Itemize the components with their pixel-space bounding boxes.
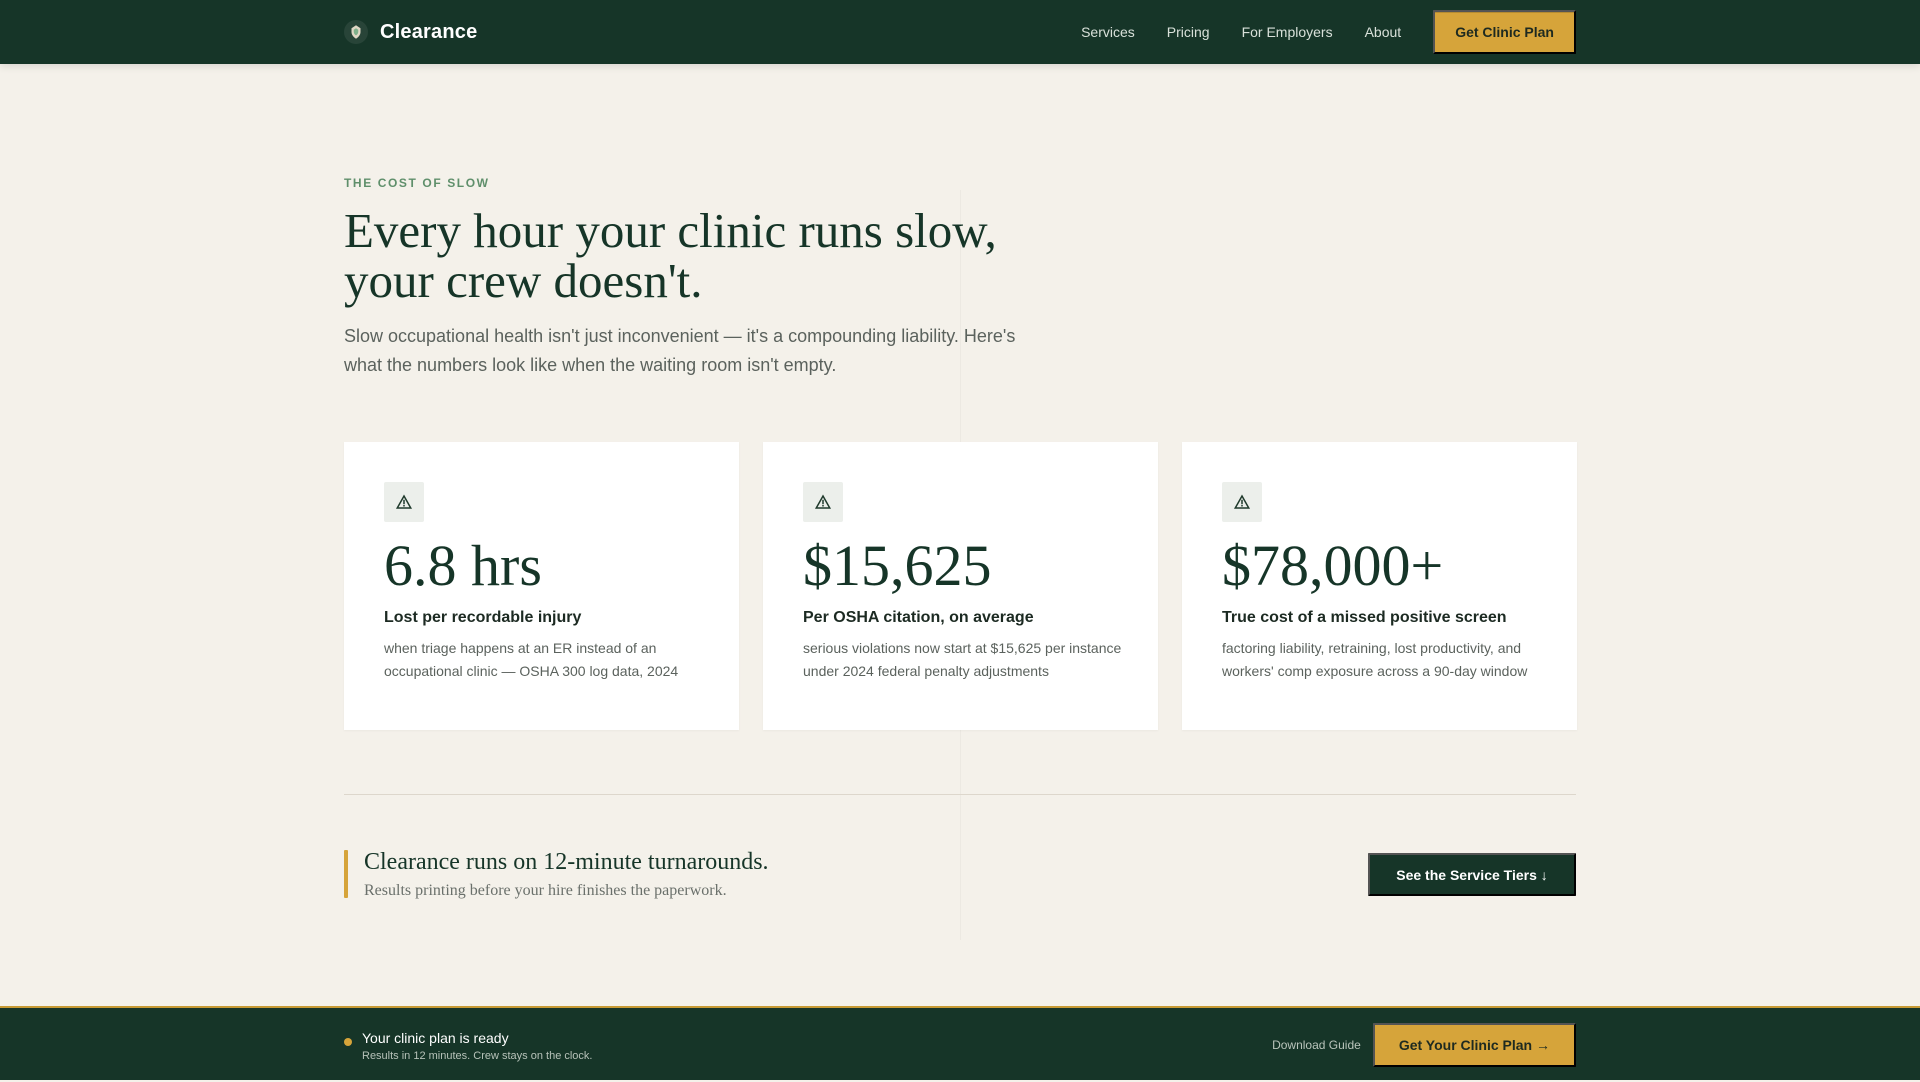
stat-card: 6.8 hrs Lost per recordable injury when …: [344, 442, 739, 730]
callout-subtitle: Results printing before your hire finish…: [364, 881, 727, 899]
brand-name: Clearance: [380, 20, 478, 43]
bottom-status-title: Your clinic plan is ready: [362, 1030, 509, 1046]
see-service-tiers-button[interactable]: See the Service Tiers ↓: [1368, 853, 1576, 896]
top-nav: Clearance Services Pricing For Employers…: [0, 0, 1920, 64]
hero-title-line2: your crew doesn't.: [344, 252, 703, 308]
callout-accent-bar: [344, 850, 348, 898]
nav-link-for-employers[interactable]: For Employers: [1242, 24, 1333, 40]
hero-title: Every hour your clinic runs slow, your c…: [344, 206, 1084, 306]
stat-value: 6.8 hrs: [384, 533, 542, 598]
bottom-status: Your clinic plan is ready Results in 12 …: [344, 1028, 592, 1062]
bottom-actions: Download Guide Get Your Clinic Plan →: [1272, 1023, 1576, 1067]
top-nav-inner: Clearance Services Pricing For Employers…: [344, 0, 1576, 64]
nav-link-about[interactable]: About: [1365, 24, 1402, 40]
get-clinic-plan-button[interactable]: Get Clinic Plan: [1433, 10, 1576, 54]
nav-links: Services Pricing For Employers About Get…: [1081, 10, 1576, 54]
brand-logo-icon: [344, 20, 368, 44]
stat-title: True cost of a missed positive screen: [1222, 608, 1507, 626]
nav-link-services[interactable]: Services: [1081, 24, 1135, 40]
stat-description: serious violations now start at $15,625 …: [803, 639, 1122, 679]
warning-icon: [384, 482, 424, 522]
stats-cards: 6.8 hrs Lost per recordable injury when …: [344, 442, 1577, 730]
bottom-bar-inner: Your clinic plan is ready Results in 12 …: [344, 1008, 1576, 1082]
get-your-clinic-plan-button[interactable]: Get Your Clinic Plan →: [1372, 1023, 1576, 1067]
hero-lead: Slow occupational health isn't just inco…: [344, 326, 1016, 375]
status-dot-icon: [344, 1038, 352, 1046]
bottom-status-subtitle: Results in 12 minutes. Crew stays on the…: [362, 1050, 593, 1062]
stat-description: factoring liability, retraining, lost pr…: [1222, 639, 1528, 679]
hero-eyebrow: THE COST OF SLOW: [344, 176, 490, 190]
stat-card: $15,625 Per OSHA citation, on average se…: [763, 442, 1158, 730]
turnaround-callout: Clearance runs on 12-minute turnarounds.…: [344, 849, 769, 900]
callout-text: Clearance runs on 12-minute turnarounds.…: [364, 849, 769, 900]
brand[interactable]: Clearance: [344, 20, 477, 44]
nav-link-pricing[interactable]: Pricing: [1167, 24, 1210, 40]
stat-value: $15,625: [803, 533, 992, 598]
stat-card: $78,000+ True cost of a missed positive …: [1182, 442, 1577, 730]
warning-icon: [1222, 482, 1262, 522]
warning-icon: [803, 482, 843, 522]
bottom-sticky-bar: Your clinic plan is ready Results in 12 …: [0, 1006, 1920, 1080]
section-divider: [344, 794, 1576, 795]
stat-title: Per OSHA citation, on average: [803, 608, 1034, 626]
hero-title-line1: Every hour your clinic runs slow,: [344, 203, 997, 258]
stat-description: when triage happens at an ER instead of …: [384, 639, 679, 679]
stat-value: $78,000+: [1222, 533, 1444, 598]
download-guide-link[interactable]: Download Guide: [1272, 1038, 1361, 1052]
callout-title: Clearance runs on 12-minute turnarounds.: [364, 848, 769, 875]
stat-title: Lost per recordable injury: [384, 608, 582, 626]
